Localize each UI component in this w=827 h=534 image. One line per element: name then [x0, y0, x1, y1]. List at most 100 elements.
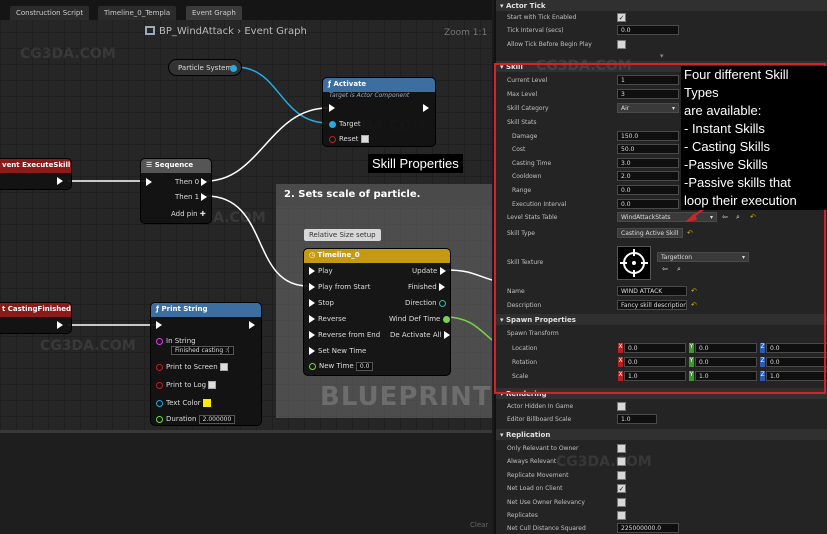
exec-out-pin[interactable]: [57, 321, 63, 329]
advanced-expand-icon[interactable]: ▾: [660, 52, 664, 60]
pin-direction[interactable]: Direction: [405, 299, 449, 307]
pin-set-new-time[interactable]: Set New Time: [309, 347, 366, 355]
pin-play-from-start[interactable]: Play from Start: [309, 283, 370, 291]
reset-default-icon[interactable]: ↶: [691, 287, 697, 295]
browse-search-icon[interactable]: ⌕: [677, 265, 681, 274]
net-use-owner-checkbox[interactable]: [617, 498, 626, 507]
exec-out-pin[interactable]: [249, 321, 255, 329]
rotation-z-input[interactable]: 0.0: [766, 357, 827, 367]
pin-update[interactable]: Update: [412, 267, 449, 275]
category-actor-tick[interactable]: ▾ Actor Tick: [496, 0, 827, 11]
cost-input[interactable]: 50.0: [617, 144, 679, 154]
rotation-y-input[interactable]: 0.0: [695, 357, 757, 367]
skill-types-annotation: Four different Skill Types are available…: [681, 66, 827, 210]
row-allow-tick: Allow Tick Before Begin Play: [496, 38, 827, 51]
max-level-input[interactable]: 3: [617, 89, 679, 99]
category-replication[interactable]: ▾ Replication: [496, 429, 827, 440]
net-load-checkbox[interactable]: ✓: [617, 484, 626, 493]
reset-checkbox[interactable]: [360, 135, 369, 143]
reset-default-icon[interactable]: ↶: [687, 229, 693, 237]
timeline-node[interactable]: ◷ Timeline_0 Play Play from Start Stop R…: [303, 248, 451, 376]
pin-reverse[interactable]: Reverse: [309, 315, 346, 323]
only-relevant-checkbox[interactable]: [617, 444, 626, 453]
reset-default-icon[interactable]: ↶: [691, 301, 697, 309]
pin-wind-def-time[interactable]: Wind Def Time: [389, 315, 453, 323]
pin-then0[interactable]: Then 0: [175, 178, 210, 186]
description-input[interactable]: Fancy skill description: [617, 300, 687, 310]
relative-size-comment[interactable]: Relative Size setup: [304, 229, 381, 241]
category-rendering[interactable]: ▾ Rendering: [496, 388, 827, 399]
pin-print-to-log[interactable]: Print to Log ✓: [156, 381, 217, 390]
pin-print-to-screen[interactable]: Print to Screen ✓: [156, 363, 228, 372]
replicates-checkbox[interactable]: [617, 511, 626, 520]
watermark: CG3DA.COM: [556, 454, 652, 470]
category-spawn-properties[interactable]: ▾ Spawn Properties: [496, 314, 827, 325]
add-pin-button[interactable]: Add pin ✚: [171, 210, 206, 218]
exec-in-pin[interactable]: [329, 104, 335, 112]
billboard-scale-input[interactable]: 1.0: [617, 414, 657, 424]
text-color-swatch[interactable]: [202, 399, 211, 407]
casting-time-input[interactable]: 3.0: [617, 158, 679, 168]
scale-z-input[interactable]: 1.0: [766, 371, 827, 381]
clear-button[interactable]: Clear: [470, 521, 488, 529]
reset-default-icon[interactable]: ↶: [750, 213, 756, 221]
exec-out-pin[interactable]: [57, 177, 63, 185]
print-to-screen-checkbox[interactable]: ✓: [219, 363, 228, 372]
pin-new-time[interactable]: New Time 0.0: [309, 362, 374, 371]
pin-duration[interactable]: Duration 2.000000: [156, 415, 236, 424]
current-level-input[interactable]: 1: [617, 75, 679, 85]
pin-reverse-from-end[interactable]: Reverse from End: [309, 331, 380, 339]
wire-wind-def-out: [445, 316, 492, 341]
pin-then1[interactable]: Then 1: [175, 193, 210, 201]
target-icon-thumbnail[interactable]: [617, 246, 651, 280]
scale-x-input[interactable]: 1.0: [624, 371, 686, 381]
activate-node[interactable]: ƒ Activate Target is Actor Component Tar…: [322, 77, 436, 147]
skill-category-select[interactable]: Air ▾: [617, 103, 679, 113]
event-execute-skill-node[interactable]: vent ExecuteSkill: [0, 158, 72, 190]
damage-input[interactable]: 150.0: [617, 131, 679, 141]
row-replicates: Replicates: [496, 509, 827, 522]
range-input[interactable]: 0.0: [617, 185, 679, 195]
browse-search-icon[interactable]: ⌕: [736, 213, 740, 222]
exec-out-pin[interactable]: [423, 104, 429, 112]
tick-interval-input[interactable]: 0.0: [617, 25, 679, 35]
particle-system-node[interactable]: Particle System: [168, 59, 242, 76]
pin-play[interactable]: Play: [309, 267, 333, 275]
output-log-panel[interactable]: Clear: [0, 430, 492, 534]
allow-tick-checkbox[interactable]: [617, 40, 626, 49]
pin-deactivate-all[interactable]: De Activate All: [390, 331, 453, 339]
event-graph-canvas[interactable]: Construction Script Timeline_0_Templa Ev…: [0, 0, 492, 430]
use-selected-arrow-icon[interactable]: ⇦: [662, 265, 668, 273]
in-string-input[interactable]: Finished casting :(: [171, 346, 234, 355]
scale-y-input[interactable]: 1.0: [695, 371, 757, 381]
pin-finished[interactable]: Finished: [408, 283, 448, 291]
duration-input[interactable]: 2.000000: [198, 415, 236, 424]
print-string-node[interactable]: ƒ Print String In String Finished castin…: [150, 302, 262, 426]
pin-output[interactable]: [230, 65, 237, 72]
pin-in-string[interactable]: In String: [156, 337, 196, 345]
pin-target[interactable]: Target: [329, 120, 361, 128]
row-actor-hidden: Actor Hidden In Game: [496, 400, 827, 413]
exec-in-pin[interactable]: [156, 321, 162, 329]
net-cull-input[interactable]: 225000000.0: [617, 523, 679, 533]
name-input[interactable]: WIND ATTACK: [617, 286, 687, 296]
start-with-tick-checkbox[interactable]: ✓: [617, 13, 626, 22]
print-to-log-checkbox[interactable]: ✓: [208, 381, 217, 390]
pin-reset[interactable]: Reset: [329, 135, 369, 143]
rotation-x-input[interactable]: 0.0: [624, 357, 686, 367]
new-time-input[interactable]: 0.0: [355, 362, 374, 371]
location-x-input[interactable]: 0.0: [624, 343, 686, 353]
location-z-input[interactable]: 0.0: [766, 343, 827, 353]
pin-stop[interactable]: Stop: [309, 299, 334, 307]
execution-interval-input[interactable]: 0.0: [617, 199, 679, 209]
cooldown-input[interactable]: 2.0: [617, 171, 679, 181]
actor-hidden-checkbox[interactable]: [617, 402, 626, 411]
sequence-node[interactable]: ☰ Sequence Then 0 Then 1 Add pin ✚: [140, 158, 212, 224]
pin-text-color[interactable]: Text Color: [156, 399, 211, 407]
replicate-movement-checkbox[interactable]: [617, 471, 626, 480]
event-casting-finished-node[interactable]: t CastingFinished: [0, 302, 72, 334]
skill-type-select[interactable]: Casting Active Skill▾: [617, 228, 683, 238]
exec-in-pin[interactable]: [146, 178, 152, 186]
skill-texture-select[interactable]: TargetIcon ▾: [657, 252, 749, 262]
location-y-input[interactable]: 0.0: [695, 343, 757, 353]
